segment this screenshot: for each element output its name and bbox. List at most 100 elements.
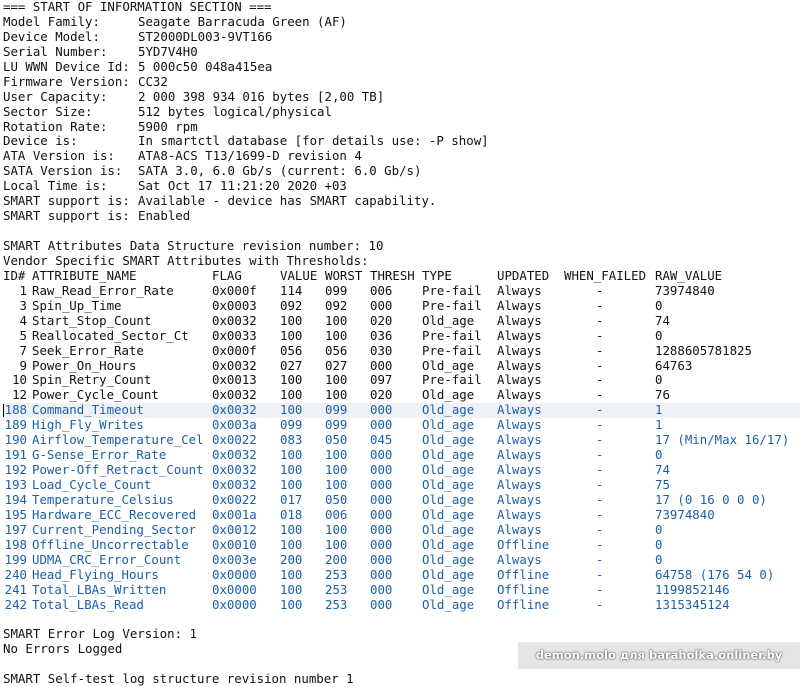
attr-type: Old_age	[422, 447, 475, 463]
attr-name: High_Fly_Writes	[32, 417, 144, 433]
attr-thresh: 000	[370, 462, 393, 478]
attr-worst: 253	[325, 596, 348, 612]
attr-worst: 100	[325, 387, 348, 403]
info-value: Available - device has SMART capability.	[138, 193, 437, 209]
attr-updated: Offline	[497, 566, 550, 582]
info-value: 5900 rpm	[138, 118, 198, 134]
info-row: SMART support is: Enabled	[3, 208, 800, 224]
info-key: SMART support is:	[3, 208, 130, 224]
attr-name: Airflow_Temperature_Cel	[32, 432, 204, 448]
attr-when-failed: -	[596, 462, 604, 478]
attr-id: 189	[4, 417, 27, 433]
info-row: Local Time is: Sat Oct 17 11:21:20 2020 +…	[3, 178, 800, 194]
info-key: LU WWN Device Id:	[3, 58, 130, 74]
attr-name: Offline_Uncorrectable	[32, 536, 189, 552]
attr-flag: 0x0022	[212, 491, 257, 507]
table-row: 193 Load_Cycle_Count 0x0032 100 100 000 Old_ag…	[3, 477, 800, 493]
attr-raw-value: 75	[655, 477, 670, 492]
attr-raw-value: 0	[655, 327, 663, 343]
attr-thresh: 020	[370, 312, 393, 328]
attr-flag: 0x0000	[212, 581, 257, 597]
attr-flag: 0x0032	[212, 462, 257, 478]
attr-value: 099	[280, 417, 303, 433]
info-value: ATA8-ACS T13/1699-D revision 4	[138, 148, 362, 164]
attr-type: Pre-fail	[422, 372, 482, 388]
attr-id: 193	[4, 477, 27, 492]
attr-value: 100	[280, 566, 303, 582]
attr-worst: 100	[325, 327, 348, 343]
attr-flag: 0x0032	[212, 402, 257, 418]
attr-when-failed: -	[596, 357, 604, 373]
attr-worst: 027	[325, 357, 348, 373]
attr-updated: Always	[497, 357, 542, 373]
col-header-id: ID#	[3, 267, 26, 283]
table-row: 198 Offline_Uncorrectable 0x0010 100 100 000 O…	[3, 536, 800, 553]
info-value: Seagate Barracuda Green (AF)	[138, 13, 347, 29]
attr-name: Raw_Read_Error_Rate	[32, 282, 174, 298]
attr-value: 056	[280, 342, 303, 358]
info-value: CC32	[138, 73, 168, 89]
info-row: LU WWN Device Id: 5 000c50 048a415ea	[3, 58, 800, 75]
attr-raw-value: 17 (Min/Max 16/17)	[655, 432, 790, 448]
attr-updated: Offline	[497, 536, 550, 552]
attr-thresh: 000	[370, 566, 393, 582]
attr-value: 018	[280, 506, 303, 522]
attr-value: 100	[280, 462, 303, 478]
attr-name: Command_Timeout	[32, 402, 144, 418]
attr-when-failed: -	[596, 387, 604, 403]
info-key: ATA Version is:	[3, 148, 115, 164]
attr-flag: 0x0013	[212, 372, 257, 388]
attr-raw-value: 0	[655, 447, 663, 463]
device-info-block: Model Family: Seagate Barracuda Green (AF…	[3, 13, 800, 224]
attr-updated: Always	[497, 327, 542, 343]
attr-type: Pre-fail	[422, 282, 482, 298]
attr-value: 092	[280, 297, 303, 313]
attr-when-failed: -	[596, 506, 604, 522]
col-header-thresh: THRESH	[370, 267, 415, 283]
attr-type: Old_age	[422, 402, 475, 418]
attr-type: Old_age	[422, 432, 475, 448]
attr-worst: 056	[325, 342, 348, 358]
attr-thresh: 000	[370, 417, 393, 433]
attr-worst: 100	[325, 447, 348, 463]
attr-type: Old_age	[422, 477, 475, 492]
info-key: SATA Version is:	[3, 163, 123, 179]
table-row: 194 Temperature_Celsius 0x0022 017 050 000 Old…	[3, 491, 800, 508]
attr-thresh: 036	[370, 327, 393, 343]
attr-id: 190	[4, 432, 27, 448]
attr-value: 100	[280, 312, 303, 328]
col-header-value: VALUE	[280, 267, 318, 283]
attr-type: Old_age	[422, 566, 475, 582]
attr-name: Current_Pending_Sector	[32, 521, 197, 537]
attr-updated: Always	[497, 297, 542, 313]
col-header-when-failed: WHEN_FAILED	[564, 267, 647, 283]
info-value: 2 000 398 934 016 bytes [2,00 TB]	[138, 88, 385, 104]
attr-id: 242	[4, 596, 27, 612]
section-header: === START OF INFORMATION SECTION ===	[3, 0, 272, 14]
attr-id: 197	[4, 521, 27, 537]
attr-updated: Always	[497, 402, 542, 418]
attr-flag: 0x0032	[212, 447, 257, 463]
attr-updated: Always	[497, 447, 542, 463]
attr-name: Hardware_ECC_Recovered	[32, 506, 197, 522]
info-key: Rotation Rate:	[3, 118, 108, 134]
attr-flag: 0x003a	[212, 417, 257, 433]
attr-name: Spin_Up_Time	[32, 297, 122, 313]
attr-updated: Always	[497, 432, 542, 448]
attr-id: 191	[4, 447, 27, 463]
attr-worst: 050	[325, 491, 348, 507]
attr-flag: 0x0032	[212, 312, 257, 328]
attr-when-failed: -	[596, 402, 604, 418]
attr-flag: 0x0012	[212, 521, 257, 537]
attr-thresh: 000	[370, 402, 393, 418]
attr-raw-value: 74	[655, 462, 670, 478]
attr-type: Pre-fail	[422, 327, 482, 343]
attr-value: 100	[280, 536, 303, 552]
attr-thresh: 045	[370, 432, 393, 448]
attr-id: 194	[4, 491, 27, 507]
attr-worst: 100	[325, 462, 348, 478]
attr-worst: 099	[325, 402, 348, 418]
attr-worst: 099	[325, 282, 348, 298]
attr-updated: Always	[497, 372, 542, 388]
